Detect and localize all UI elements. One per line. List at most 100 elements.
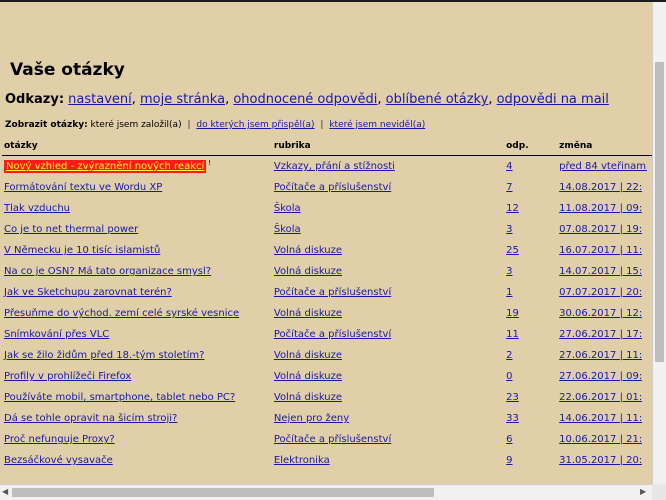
question-cell: Jak ve Sketchupu zarovnat terén? — [2, 282, 272, 303]
link-answers-by-mail[interactable]: odpovědi na mail — [497, 92, 609, 107]
answers-count-link[interactable]: 3 — [506, 266, 512, 277]
category-cell: Volná diskuze — [272, 261, 504, 282]
link-settings[interactable]: nastavení — [68, 92, 132, 107]
answers-count-link[interactable]: 11 — [506, 329, 519, 340]
answers-cell: 12 — [504, 198, 557, 219]
question-link[interactable]: Přesuňme do východ. zemí celé syrské ves… — [4, 308, 239, 319]
question-link[interactable]: Bezsáčkové vysavače — [4, 455, 113, 466]
table-row: Jak ve Sketchupu zarovnat terén? Počítače… — [2, 282, 652, 303]
vertical-scrollbar[interactable] — [652, 2, 666, 484]
question-link[interactable]: Formátování textu ve Wordu XP — [4, 182, 162, 193]
answers-cell: 7 — [504, 177, 557, 198]
changed-link[interactable]: 14.07.2017 | 15: — [559, 266, 642, 277]
changed-link[interactable]: 14.06.2017 | 11: — [559, 413, 642, 424]
answers-count-link[interactable]: 0 — [506, 371, 512, 382]
changed-cell: před 84 vteřinami — [557, 156, 652, 178]
answers-cell: 3 — [504, 219, 557, 240]
answers-count-link[interactable]: 12 — [506, 203, 519, 214]
question-link[interactable]: Na co je OSN? Má tato organizace smysl? — [4, 266, 211, 277]
category-link[interactable]: Volná diskuze — [274, 266, 342, 277]
answers-count-link[interactable]: 23 — [506, 392, 519, 403]
changed-link[interactable]: 27.06.2017 | 17: — [559, 329, 642, 340]
answers-count-link[interactable]: 7 — [506, 182, 512, 193]
changed-link[interactable]: 31.05.2017 | 20: — [559, 455, 642, 466]
category-link[interactable]: Volná diskuze — [274, 350, 342, 361]
changed-link[interactable]: 16.07.2017 | 11: — [559, 245, 642, 256]
category-link[interactable]: Volná diskuze — [274, 392, 342, 403]
category-link[interactable]: Nejen pro ženy — [274, 413, 349, 424]
changed-link[interactable]: 11.08.2017 | 09: — [559, 203, 642, 214]
changed-cell: 07.08.2017 | 19: — [557, 219, 652, 240]
category-cell: Počítače a příslušenství — [272, 429, 504, 450]
vertical-scroll-thumb[interactable] — [655, 62, 664, 362]
column-header-answers: odp. — [506, 141, 529, 151]
answers-count-link[interactable]: 25 — [506, 245, 519, 256]
category-cell: Vzkazy, přání a stížnosti — [272, 156, 504, 178]
table-body: Nový vzhled - zvýraznění nových reakcí! V… — [2, 156, 652, 472]
changed-link[interactable]: 14.08.2017 | 22: — [559, 182, 642, 193]
scroll-right-icon[interactable]: ▶ — [640, 487, 646, 497]
table-row: Na co je OSN? Má tato organizace smysl? V… — [2, 261, 652, 282]
question-link[interactable]: Snímkování přes VLC — [4, 329, 109, 340]
category-link[interactable]: Škola — [274, 203, 301, 214]
question-link[interactable]: Nový vzhled - zvýraznění nových reakcí — [4, 160, 207, 173]
answers-count-link[interactable]: 1 — [506, 287, 512, 298]
question-link[interactable]: Dá se tohle opravit na šicím stroji? — [4, 413, 177, 424]
changed-cell: 30.06.2017 | 12: — [557, 303, 652, 324]
link-favorite-questions[interactable]: oblíbené otázky — [386, 92, 489, 107]
question-cell: Přesuňme do východ. zemí celé syrské ves… — [2, 303, 272, 324]
answers-count-link[interactable]: 6 — [506, 434, 512, 445]
question-link[interactable]: Jak ve Sketchupu zarovnat terén? — [4, 287, 172, 298]
category-link[interactable]: Elektronika — [274, 455, 330, 466]
question-cell: Jak se žilo židům před 18.-tým stoletím? — [2, 345, 272, 366]
category-link[interactable]: Počítače a příslušenství — [274, 287, 391, 298]
filter-label: Zobrazit otázky: — [5, 120, 88, 130]
category-link[interactable]: Počítače a příslušenství — [274, 182, 391, 193]
answers-count-link[interactable]: 9 — [506, 455, 512, 466]
question-link[interactable]: Používáte mobil, smartphone, tablet nebo… — [4, 392, 235, 403]
changed-link[interactable]: 10.06.2017 | 21: — [559, 434, 642, 445]
scroll-left-icon[interactable]: ◀ — [2, 487, 8, 497]
table-row: Profily v prohlížeči Firefox Volná diskuz… — [2, 366, 652, 387]
changed-link[interactable]: 30.06.2017 | 12: — [559, 308, 642, 319]
changed-link[interactable]: 07.08.2017 | 19: — [559, 224, 642, 235]
answers-count-link[interactable]: 3 — [506, 224, 512, 235]
table-row: Proč nefunguje Proxy? Počítače a přísluše… — [2, 429, 652, 450]
question-link[interactable]: Jak se žilo židům před 18.-tým stoletím? — [4, 350, 204, 361]
question-link[interactable]: Co je to net thermal power — [4, 224, 138, 235]
question-link[interactable]: Tlak vzduchu — [4, 203, 70, 214]
question-link[interactable]: Proč nefunguje Proxy? — [4, 434, 115, 445]
link-rated-answers[interactable]: ohodnocené odpovědi — [233, 92, 377, 107]
question-cell: V Německu je 10 tisíc islamistů — [2, 240, 272, 261]
horizontal-scrollbar[interactable]: ◀ ▶ — [0, 484, 652, 500]
category-link[interactable]: Volná diskuze — [274, 245, 342, 256]
changed-link[interactable]: 27.06.2017 | 11: — [559, 350, 642, 361]
changed-link[interactable]: 07.07.2017 | 20: — [559, 287, 642, 298]
changed-cell: 11.08.2017 | 09: — [557, 198, 652, 219]
link-my-page[interactable]: moje stránka — [140, 92, 225, 107]
filter-contributed[interactable]: do kterých jsem přispěl(a) — [196, 120, 314, 130]
changed-link[interactable]: před 84 vteřinami — [559, 161, 647, 172]
category-link[interactable]: Volná diskuze — [274, 371, 342, 382]
changed-cell: 14.07.2017 | 15: — [557, 261, 652, 282]
category-link[interactable]: Škola — [274, 224, 301, 235]
category-link[interactable]: Počítače a příslušenství — [274, 329, 391, 340]
answers-count-link[interactable]: 33 — [506, 413, 519, 424]
question-link[interactable]: V Německu je 10 tisíc islamistů — [4, 245, 160, 256]
category-cell: Elektronika — [272, 450, 504, 471]
answers-count-link[interactable]: 4 — [506, 161, 512, 172]
changed-link[interactable]: 27.06.2017 | 09: — [559, 371, 642, 382]
answers-count-link[interactable]: 19 — [506, 308, 519, 319]
changed-cell: 10.06.2017 | 21: — [557, 429, 652, 450]
answers-cell: 25 — [504, 240, 557, 261]
horizontal-scroll-thumb[interactable] — [12, 488, 434, 497]
filter-unseen[interactable]: které jsem neviděl(a) — [329, 120, 425, 130]
changed-cell: 27.06.2017 | 09: — [557, 366, 652, 387]
question-link[interactable]: Profily v prohlížeči Firefox — [4, 371, 131, 382]
category-link[interactable]: Volná diskuze — [274, 308, 342, 319]
category-link[interactable]: Vzkazy, přání a stížnosti — [274, 161, 395, 172]
answers-count-link[interactable]: 2 — [506, 350, 512, 361]
changed-link[interactable]: 22.06.2017 | 01: — [559, 392, 642, 403]
changed-cell: 27.06.2017 | 11: — [557, 345, 652, 366]
category-link[interactable]: Počítače a příslušenství — [274, 434, 391, 445]
